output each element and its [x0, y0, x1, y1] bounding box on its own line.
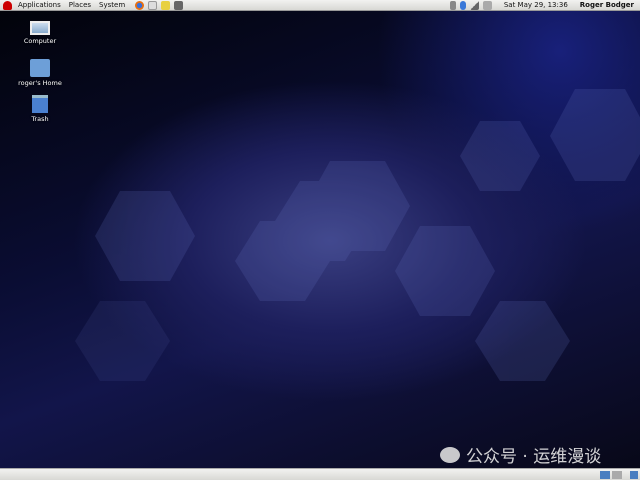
user-name[interactable]: Roger Bodger — [576, 1, 638, 9]
home-folder-icon — [30, 59, 50, 77]
desktop-icon-label: roger's Home — [18, 79, 62, 87]
wallpaper-hexagons — [75, 89, 640, 381]
menu-applications[interactable]: Applications — [14, 1, 65, 9]
bluetooth-icon[interactable] — [459, 0, 466, 10]
top-panel: Applications Places System Sat May 29, 1… — [0, 0, 640, 11]
notes-icon[interactable] — [161, 0, 171, 10]
trash-applet-icon[interactable] — [630, 471, 638, 479]
volume-icon[interactable] — [449, 0, 456, 10]
bottom-panel — [0, 468, 640, 480]
computer-icon — [30, 21, 50, 35]
trash-icon — [32, 95, 48, 113]
desktop-icon-label: Computer — [23, 37, 57, 45]
wechat-icon — [440, 446, 460, 463]
redhat-logo-icon[interactable] — [3, 0, 12, 10]
watermark: 公众号 · 运维漫谈 — [440, 442, 601, 467]
clock[interactable]: Sat May 29, 13:36 — [500, 1, 572, 9]
workspace-1[interactable] — [600, 471, 610, 479]
desktop[interactable]: Computer roger's Home Trash — [0, 11, 640, 468]
watermark-text: 公众号 · 运维漫谈 — [466, 447, 602, 467]
desktop-icon-trash[interactable]: Trash — [10, 95, 70, 123]
desktop-icon-home[interactable]: roger's Home — [10, 59, 70, 87]
network-signal-icon[interactable] — [469, 0, 479, 10]
menu-places[interactable]: Places — [65, 1, 95, 9]
screenshot-icon[interactable] — [174, 0, 184, 10]
battery-icon[interactable] — [482, 0, 492, 10]
desktop-icon-computer[interactable]: Computer — [10, 21, 70, 45]
workspace-2[interactable] — [612, 471, 622, 479]
firefox-icon[interactable] — [135, 0, 145, 10]
mail-icon[interactable] — [148, 0, 158, 10]
menu-system[interactable]: System — [95, 1, 129, 9]
desktop-icon-label: Trash — [31, 115, 49, 123]
